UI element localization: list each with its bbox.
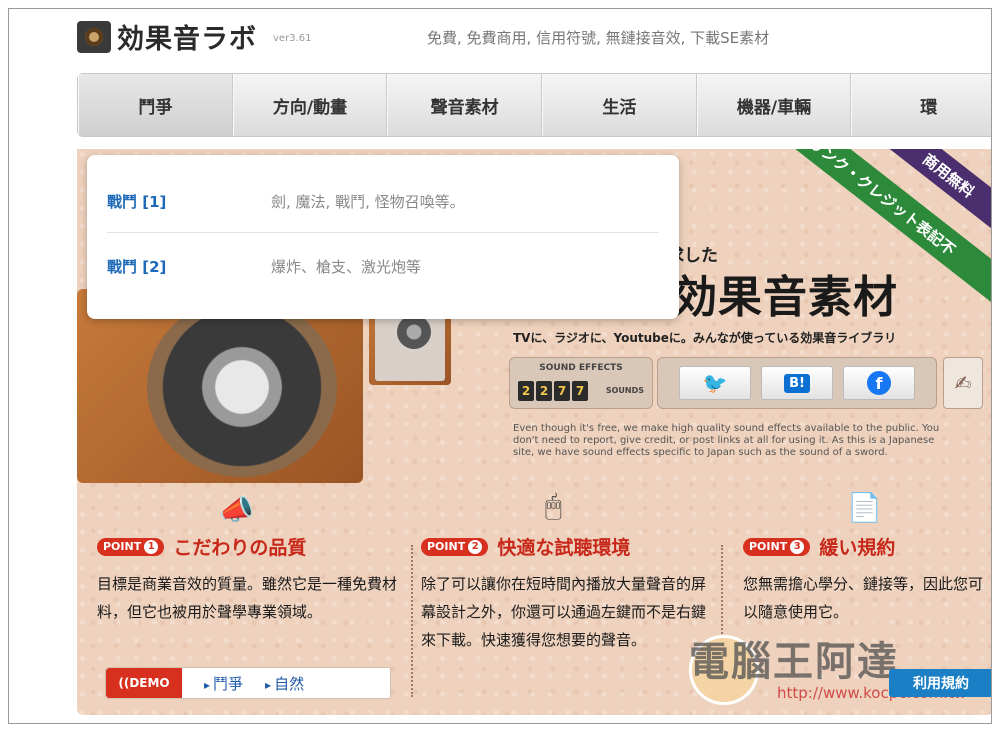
speaker-logo-icon xyxy=(77,20,111,53)
nav-item-environment[interactable]: 環 xyxy=(851,74,991,136)
point-badge: POINT 2 xyxy=(421,537,489,556)
site-logo[interactable]: 効果音ラボ ver3.61 xyxy=(77,17,311,56)
point-title: こだわりの品質 xyxy=(173,537,307,559)
point-body: 目標是商業音效的質量。雖然它是一種免費材料，但它也被用於聲學專業領域。 xyxy=(97,575,398,621)
point-title: 緩い規約 xyxy=(819,537,896,559)
point-terms: POINT 3 緩い規約 您無需擔心學分、鏈接等，因此您可以隨意使用它。 xyxy=(743,533,983,626)
counter-digit: 7 xyxy=(572,381,588,401)
main-nav: 鬥爭 方向/動畫 聲音素材 生活 機器/車輛 環 xyxy=(77,73,991,137)
hatena-bookmark-icon: B! xyxy=(784,373,810,393)
document-icon: 📄 xyxy=(847,491,882,524)
point-listening: POINT 2 快適な試聴環境 除了可以讓你在短時間內播放大量聲音的屏幕設計之外，… xyxy=(421,533,711,654)
facebook-icon: f xyxy=(867,371,891,395)
counter-digit: 2 xyxy=(536,381,552,401)
site-tagline: 免費, 免費商用, 信用符號, 無鏈接音效, 下載SE素材 xyxy=(427,29,770,47)
point-badge: POINT 1 xyxy=(97,537,165,556)
sound-counter: SOUND EFFECTS 2 2 7 7 SOUNDS xyxy=(509,357,653,409)
browser-frame: 効果音ラボ ver3.61 免費, 免費商用, 信用符號, 無鏈接音效, 下載S… xyxy=(8,8,992,724)
dropdown-item-label[interactable]: 戰鬥 [2] xyxy=(107,256,271,277)
dropdown-item-desc: 劍, 魔法, 戰鬥, 怪物召喚等。 xyxy=(271,193,465,211)
point-body: 除了可以讓你在短時間內播放大量聲音的屏幕設計之外，你還可以通過左鍵而不是右鍵來下… xyxy=(421,575,707,649)
twitter-icon: 🐦 xyxy=(702,371,728,395)
megaphone-icon: 📣 xyxy=(219,493,254,526)
dropdown-item-label[interactable]: 戰鬥 [1] xyxy=(107,191,271,212)
facebook-share-button[interactable]: f xyxy=(843,366,915,400)
demo-link-nature[interactable]: 自然 xyxy=(265,673,304,694)
demo-bar: ((DEMO 鬥爭 自然 xyxy=(105,667,391,699)
point-title: 快適な試聴環境 xyxy=(497,537,631,559)
twitter-share-button[interactable]: 🐦 xyxy=(679,366,751,400)
version-label: ver3.61 xyxy=(273,33,312,44)
dropdown-item-battle-1[interactable]: 戰鬥 [1] 劍, 魔法, 戰鬥, 怪物召喚等。 xyxy=(107,171,659,233)
counter-suffix: SOUNDS xyxy=(605,386,644,395)
divider xyxy=(411,545,413,697)
terms-of-use-button[interactable]: 利用規約 xyxy=(889,669,991,697)
nav-item-life[interactable]: 生活 xyxy=(542,74,697,136)
dropdown-item-battle-2[interactable]: 戰鬥 [2] 爆炸、槍支、激光炮等 xyxy=(107,235,659,297)
counter-digit: 2 xyxy=(518,381,534,401)
hero-title: 効果音素材 xyxy=(673,272,898,323)
signature-icon: ✍ xyxy=(943,357,983,409)
hero-english-description: Even though it's free, we make high qual… xyxy=(513,423,940,458)
share-buttons: 🐦 B! f xyxy=(657,357,937,409)
demo-label: ((DEMO xyxy=(106,668,182,698)
counter-digit: 7 xyxy=(554,381,570,401)
knob-icon xyxy=(397,315,431,349)
battle-dropdown-menu: 戰鬥 [1] 劍, 魔法, 戰鬥, 怪物召喚等。 戰鬥 [2] 爆炸、槍支、激光… xyxy=(87,155,679,319)
hatena-share-button[interactable]: B! xyxy=(761,366,833,400)
mouse-icon: 🖱 xyxy=(545,489,562,522)
demo-link-battle[interactable]: 鬥爭 xyxy=(204,673,243,694)
point-badge: POINT 3 xyxy=(743,537,811,556)
point-body: 您無需擔心學分、鏈接等，因此您可以隨意使用它。 xyxy=(743,575,984,621)
nav-item-battle[interactable]: 鬥爭 xyxy=(78,74,233,136)
counter-label: SOUND EFFECTS xyxy=(539,363,623,373)
dropdown-item-desc: 爆炸、槍支、激光炮等 xyxy=(271,257,422,276)
watermark-text: 電腦王阿達 xyxy=(689,639,899,685)
nav-item-voice-material[interactable]: 聲音素材 xyxy=(387,74,543,136)
speaker-cone-icon xyxy=(147,297,337,477)
logo-text: 効果音ラボ xyxy=(117,24,257,55)
nav-item-machine-vehicle[interactable]: 機器/車輛 xyxy=(696,74,852,136)
counter-digits: 2 2 7 7 xyxy=(518,381,588,401)
nav-item-direction-animation[interactable]: 方向/動畫 xyxy=(232,74,388,136)
hero-subtitle: TVに、ラジオに、Youtubeに。みんなが使っている効果音ライブラリ xyxy=(513,331,897,345)
point-quality: POINT 1 こだわりの品質 目標是商業音效的質量。雖然它是一種免費材料，但它也… xyxy=(97,533,397,626)
